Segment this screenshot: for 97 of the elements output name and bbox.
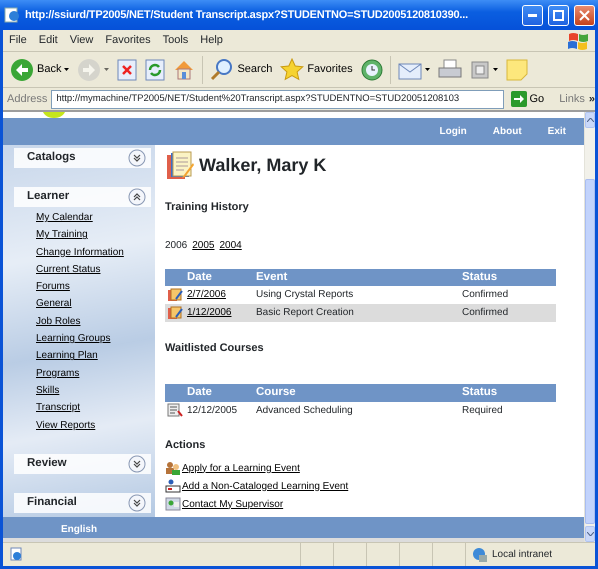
sidebar-link[interactable]: Forums bbox=[36, 278, 155, 296]
scroll-up-icon bbox=[586, 118, 594, 122]
sidebar-panel-header[interactable]: Catalogs bbox=[14, 148, 151, 168]
flag-icon bbox=[567, 30, 589, 50]
close-button[interactable] bbox=[574, 4, 595, 26]
section-heading: Training History bbox=[165, 200, 250, 215]
maximize-button[interactable] bbox=[548, 4, 569, 26]
window-title: http://ssiurd/TP2005/NET/Student Transcript.aspx?STUDENTNO=STUD2005120810390... bbox=[25, 8, 469, 23]
scrollbar[interactable] bbox=[584, 112, 595, 542]
table-cell: Using Crystal Reports bbox=[256, 289, 354, 300]
menu-item[interactable]: Favorites bbox=[99, 32, 157, 49]
table-header bbox=[165, 268, 185, 286]
calendar-book-icon bbox=[167, 306, 183, 320]
caret-icon bbox=[492, 68, 498, 71]
sticky-note-icon bbox=[506, 58, 528, 80]
panel-title: Review bbox=[27, 456, 67, 472]
column-header: Course bbox=[254, 384, 460, 402]
window-frame-icon bbox=[470, 60, 490, 80]
logo-icon bbox=[43, 112, 65, 118]
document-icon bbox=[167, 403, 183, 418]
printer-icon bbox=[438, 58, 462, 80]
menu-item[interactable]: Tools bbox=[156, 32, 194, 49]
globe-network-icon bbox=[472, 546, 488, 562]
year-link[interactable]: 2005 bbox=[192, 238, 214, 252]
menu-item[interactable]: File bbox=[3, 32, 33, 49]
sidebar-link[interactable]: View Reports bbox=[36, 416, 155, 434]
address-field[interactable]: http://mymachine/TP2005/NET/Student%20Transcript.aspx?STUDENTNO=STUD20051208103 bbox=[51, 90, 504, 108]
search-button[interactable]: Search bbox=[207, 56, 276, 84]
search-icon bbox=[210, 58, 234, 82]
caret-icon bbox=[424, 68, 430, 71]
sidebar-link[interactable]: Change Information bbox=[36, 244, 155, 261]
sidebar-link[interactable]: Current Status bbox=[36, 260, 155, 278]
section-heading: Waitlisted Courses bbox=[165, 340, 265, 356]
notebook-icon bbox=[165, 151, 195, 181]
column-header: Date bbox=[185, 384, 254, 402]
more-chevron[interactable]: » bbox=[588, 90, 595, 108]
table-cell: Advanced Scheduling bbox=[256, 405, 353, 416]
caret-icon bbox=[64, 68, 70, 71]
sidebar-link[interactable]: Learning Plan bbox=[36, 347, 155, 365]
panel-title: Catalogs bbox=[27, 150, 76, 166]
column-header: Event bbox=[254, 268, 460, 286]
action-link[interactable]: Contact My Supervisor bbox=[165, 496, 556, 512]
page-icon bbox=[9, 547, 23, 562]
address-label: Address bbox=[7, 92, 48, 107]
table-cell: Confirmed bbox=[462, 289, 508, 300]
table-cell: Confirmed bbox=[462, 307, 508, 318]
maximize-icon bbox=[553, 10, 564, 20]
scroll-down-icon bbox=[586, 532, 594, 536]
date-link[interactable]: 2/7/2006 bbox=[187, 289, 226, 300]
column-header: Date bbox=[185, 268, 254, 286]
menu-item[interactable]: Help bbox=[194, 32, 229, 49]
caret-icon bbox=[104, 68, 110, 71]
table-header bbox=[165, 384, 185, 402]
panel-title: Financial bbox=[27, 495, 77, 510]
student-name: Walker, Mary K bbox=[199, 155, 326, 177]
column-header: Status bbox=[460, 268, 556, 286]
zone-label: Local intranet bbox=[492, 548, 552, 562]
table-cell: 12/12/2005 bbox=[187, 405, 238, 416]
column-header: Status bbox=[460, 384, 556, 402]
sidebar-link[interactable]: General bbox=[36, 295, 155, 313]
year-current: 2006 bbox=[165, 238, 188, 252]
calendar-book-icon bbox=[167, 288, 183, 302]
links-label[interactable]: Links bbox=[559, 90, 585, 108]
sidebar-link[interactable]: Programs bbox=[36, 364, 155, 382]
sidebar-panel-header[interactable]: Learner bbox=[14, 187, 151, 207]
sidebar-link[interactable]: Job Roles bbox=[36, 312, 155, 330]
sidebar-link[interactable]: My Calendar bbox=[36, 209, 155, 226]
table-cell: Basic Report Creation bbox=[256, 307, 354, 318]
sidebar-link[interactable]: My Training bbox=[36, 226, 155, 244]
close-icon bbox=[579, 10, 590, 20]
history-clock-icon bbox=[360, 58, 383, 80]
action-link[interactable]: Add a Non-Cataloged Learning Event bbox=[165, 478, 556, 494]
star-icon bbox=[280, 58, 304, 82]
sidebar-link[interactable]: Skills bbox=[36, 382, 155, 400]
section-heading: Actions bbox=[165, 438, 206, 452]
stop-page-icon bbox=[117, 58, 138, 80]
minimize-button[interactable] bbox=[522, 4, 543, 26]
sidebar-panel-header[interactable]: Financial bbox=[14, 492, 151, 513]
contact-card-icon bbox=[165, 497, 181, 511]
sidebar-link[interactable]: Transcript bbox=[36, 399, 155, 417]
minimize-icon bbox=[528, 14, 537, 16]
person-desk-icon bbox=[165, 479, 181, 493]
sidebar-panel-header[interactable]: Review bbox=[14, 454, 151, 474]
favorites-button[interactable]: Favorites bbox=[277, 56, 356, 84]
page-globe-icon bbox=[4, 7, 20, 23]
refresh-page-icon bbox=[145, 58, 166, 80]
go-button[interactable]: Go bbox=[508, 88, 548, 110]
table-cell: Required bbox=[462, 405, 503, 416]
home-icon bbox=[173, 58, 196, 80]
sidebar-link[interactable]: Learning Groups bbox=[36, 330, 155, 348]
menu-item[interactable]: View bbox=[64, 32, 100, 49]
year-link[interactable]: 2004 bbox=[220, 238, 242, 252]
action-link[interactable]: Apply for a Learning Event bbox=[165, 460, 556, 476]
panel-title: Learner bbox=[27, 189, 70, 204]
menu-item[interactable]: Edit bbox=[32, 32, 64, 49]
back-button[interactable]: Back bbox=[7, 56, 72, 84]
people-icon bbox=[165, 461, 181, 475]
